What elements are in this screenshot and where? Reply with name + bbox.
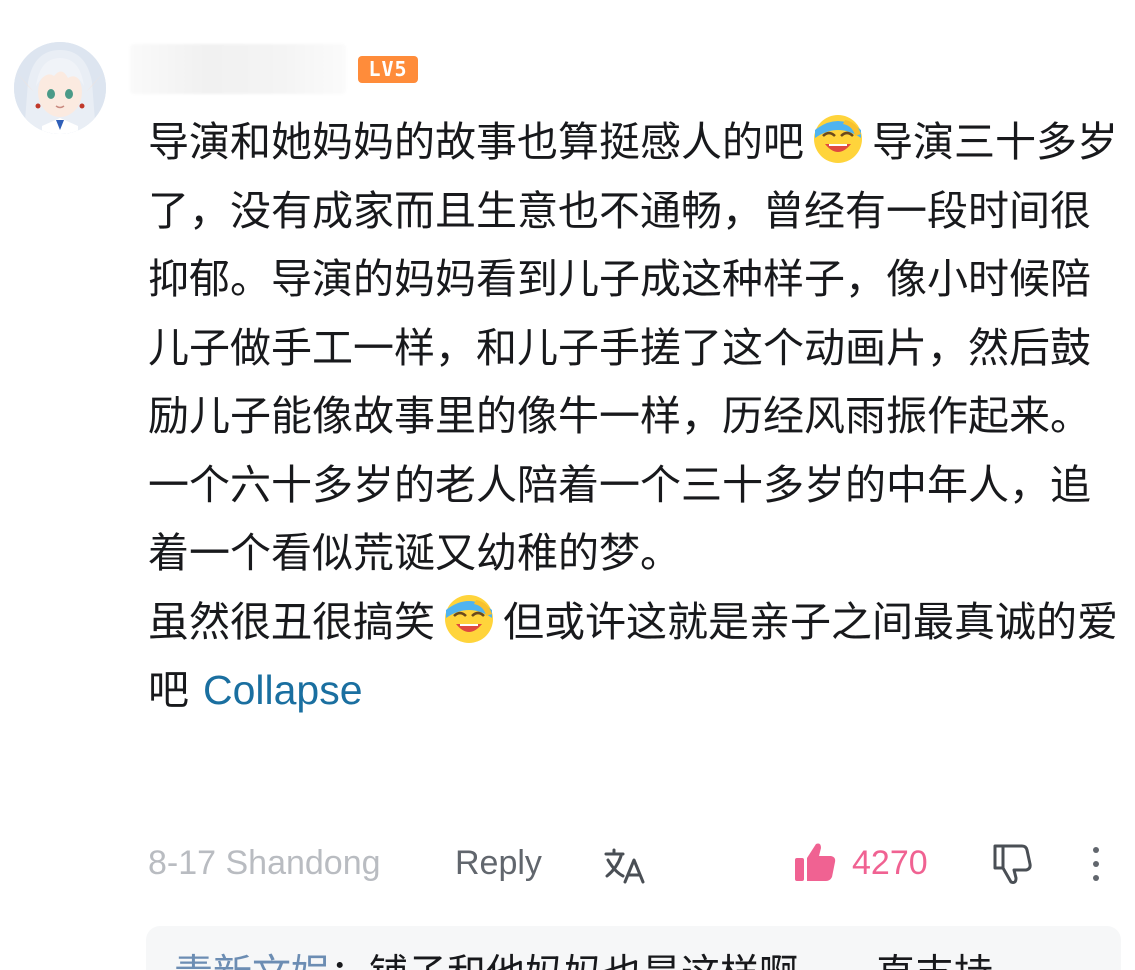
comment-paragraph-2: 虽然很丑很搞笑 但或许这就是亲子之间最真诚的爱吧 Collapse [148,588,1118,725]
comment-text-1a: 导演和她妈妈的故事也算挺感人的吧 [148,118,804,166]
level-badge: LV5 [358,56,418,83]
username-redacted[interactable] [130,44,346,94]
comment-paragraph-1: 导演和她妈妈的故事也算挺感人的吧 导演三十多岁了，没有成家而且生意也不通畅，曾经… [148,108,1118,588]
laughing-crying-emoji-icon [445,594,493,643]
translate-icon[interactable] [603,848,647,884]
sub-reply-text: 青新文娱：铺子和他妈妈也是这样啊，一直支持 [174,950,993,970]
comment-content: 导演和她妈妈的故事也算挺感人的吧 导演三十多岁了，没有成家而且生意也不通畅，曾经… [148,108,1118,725]
sub-reply-content: ：铺子和他妈妈也是这样啊，一直支持 [330,952,993,970]
collapse-link[interactable]: Collapse [203,667,363,713]
time-location: 8-17 Shandong [148,844,381,882]
sub-reply-preview[interactable]: 青新文娱：铺子和他妈妈也是这样啊，一直支持 [146,926,1121,970]
avatar[interactable] [14,42,106,134]
reply-button[interactable]: Reply [455,844,542,883]
laughing-crying-emoji-icon [814,115,862,163]
comment-text-1b: 导演三十多岁了，没有成家而且生意也不通畅，曾经有一段时间很抑郁。导演的妈妈看到儿… [148,118,1118,577]
comment-card: LV5 导演和她妈妈的故事也算挺感人的吧 导演三十多岁了，没有成家而且生意也不通… [0,0,1135,970]
comment-meta-bar: 8-17 Shandong Reply 4270 [148,836,1118,892]
like-count: 4270 [852,844,928,882]
comment-text-2a: 虽然很丑很搞笑 [148,597,435,646]
sub-reply-username[interactable]: 青新文娱 [174,952,330,970]
thumbs-down-icon[interactable] [991,842,1035,886]
thumbs-up-icon[interactable] [793,840,837,884]
more-vertical-icon[interactable] [1084,844,1108,884]
